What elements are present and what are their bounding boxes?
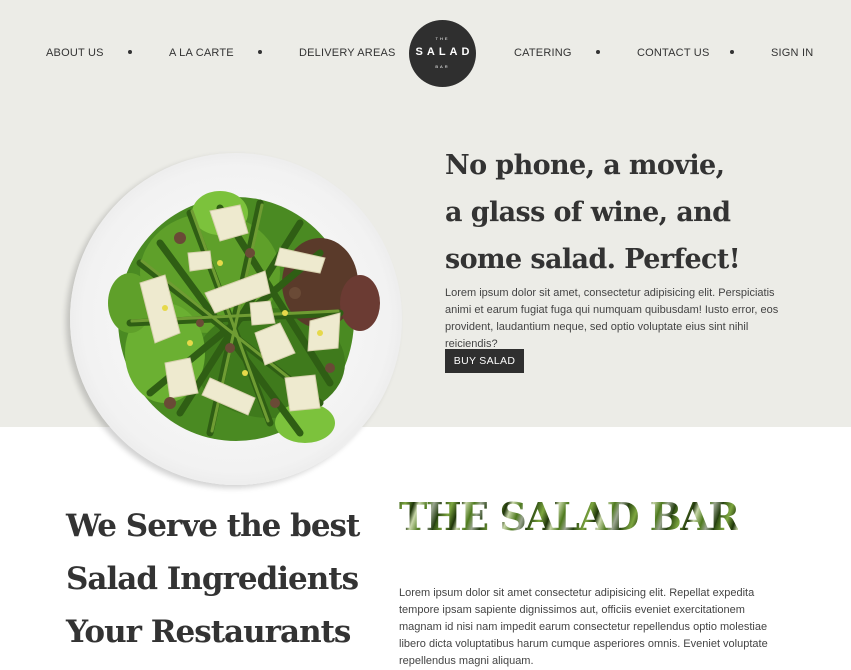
nav-catering[interactable]: CATERING	[514, 47, 572, 59]
hero-headline-line: No phone, a movie,	[445, 150, 725, 181]
salad-plate-image	[70, 153, 402, 485]
hero-headline-line: some salad. Perfect!	[445, 244, 741, 275]
nav-a-la-carte[interactable]: A LA CARTE	[169, 47, 234, 59]
nav-separator	[730, 50, 734, 54]
nav-delivery-areas[interactable]: DELIVERY AREAS	[299, 47, 396, 59]
logo-bottom-text: BAR	[435, 64, 450, 69]
nav-contact-us[interactable]: CONTACT US	[637, 47, 710, 59]
section-heading-line: Your Restaurants	[66, 614, 351, 650]
nav-about-us[interactable]: ABOUT US	[46, 47, 104, 59]
salad-bar-brand-art: THE SALAD BAR	[399, 494, 740, 539]
section-heading: We Serve the best Salad Ingredients Your…	[66, 500, 386, 659]
nav-separator	[128, 50, 132, 54]
site-logo[interactable]: THE SALAD BAR	[409, 20, 476, 87]
section-paragraph: Lorem ipsum dolor sit amet consectetur a…	[399, 587, 768, 667]
nav-separator	[258, 50, 262, 54]
section-heading-line: Salad Ingredients	[66, 561, 359, 597]
logo-top-text: THE	[435, 36, 450, 41]
logo-main-text: SALAD	[415, 46, 474, 58]
section-heading-line: We Serve the best	[66, 508, 360, 544]
salad-illustration	[108, 191, 380, 443]
nav-sign-in[interactable]: SIGN IN	[771, 47, 813, 59]
hero-headline-line: a glass of wine, and	[445, 197, 731, 228]
hero-headline: No phone, a movie, a glass of wine, and …	[445, 142, 745, 283]
buy-salad-button[interactable]: BUY SALAD	[445, 349, 524, 373]
hero-paragraph: Lorem ipsum dolor sit amet, consectetur …	[445, 287, 779, 350]
nav-separator	[596, 50, 600, 54]
